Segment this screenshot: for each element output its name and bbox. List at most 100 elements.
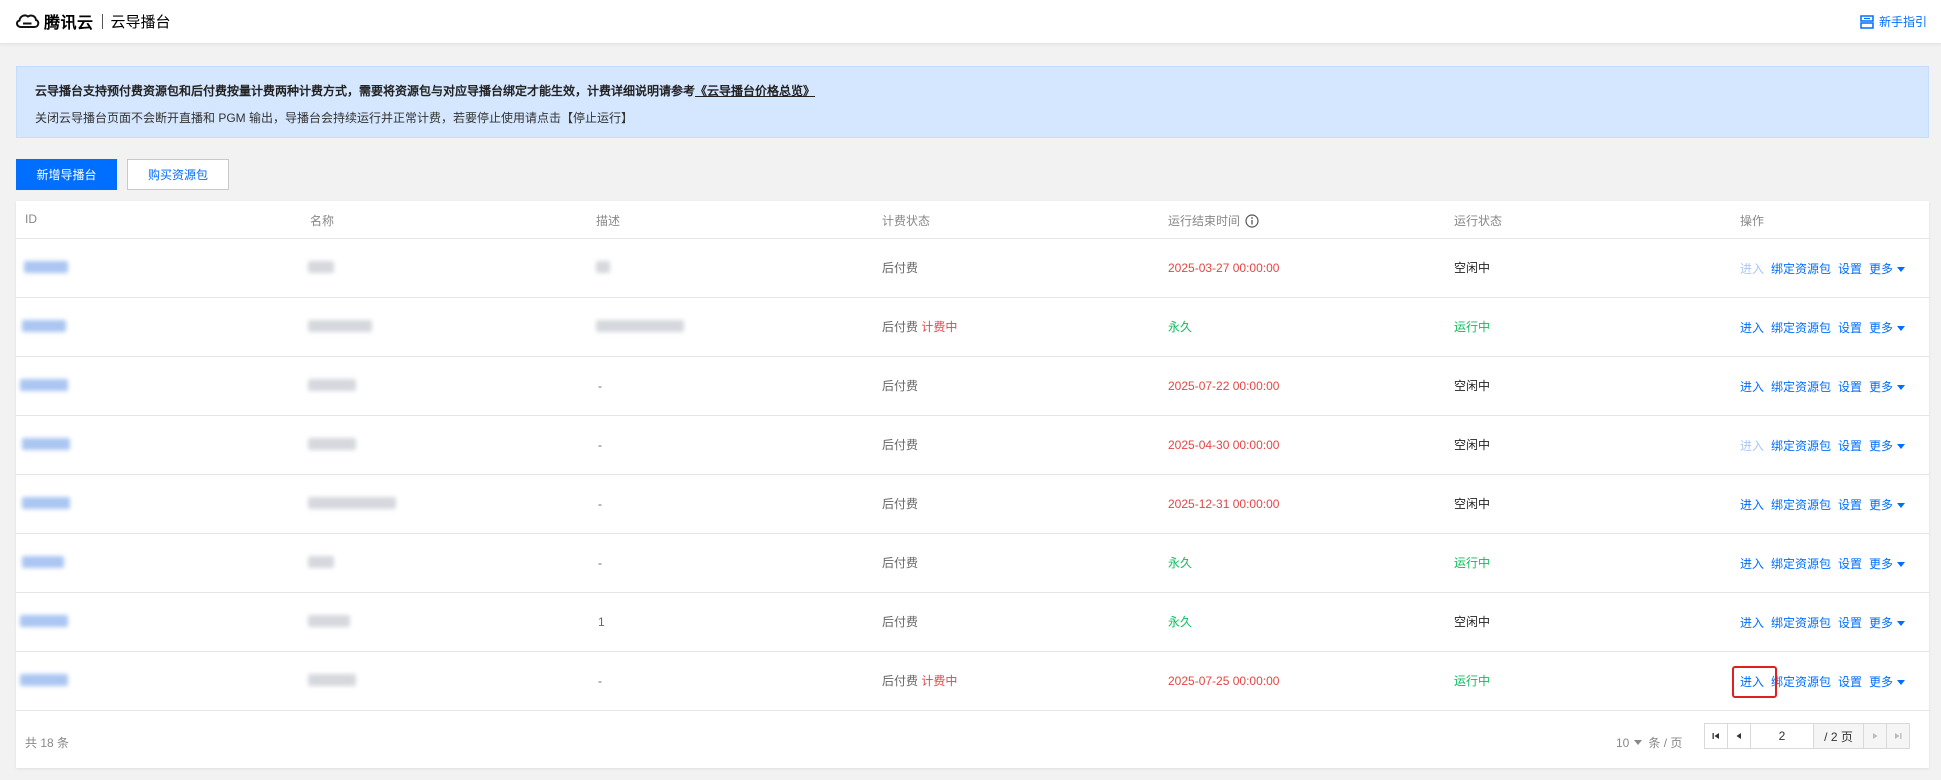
- bind-package-button[interactable]: 绑定资源包: [1771, 673, 1831, 690]
- enter-button[interactable]: 进入: [1740, 260, 1764, 277]
- row-name-redacted: [308, 615, 350, 627]
- enter-button[interactable]: 进入: [1731, 666, 1778, 698]
- more-button[interactable]: 更多: [1869, 673, 1893, 690]
- row-status: 运行中: [1454, 674, 1491, 688]
- bind-package-button[interactable]: 绑定资源包: [1771, 496, 1831, 513]
- next-page-icon: [1873, 733, 1878, 739]
- last-page-icon: [1895, 733, 1902, 739]
- enter-button[interactable]: 进入: [1740, 555, 1764, 572]
- row-status: 运行中: [1454, 556, 1491, 570]
- more-button[interactable]: 更多: [1869, 378, 1893, 395]
- logo[interactable]: 腾讯云 云导播台: [14, 10, 171, 32]
- tencent-cloud-logo-icon: [16, 14, 40, 28]
- billing-tag: 计费中: [921, 320, 958, 334]
- bind-package-button[interactable]: 绑定资源包: [1771, 260, 1831, 277]
- more-button[interactable]: 更多: [1869, 614, 1893, 631]
- bind-package-button[interactable]: 绑定资源包: [1771, 555, 1831, 572]
- bind-package-button[interactable]: 绑定资源包: [1771, 437, 1831, 454]
- row-id-redacted[interactable]: [22, 438, 70, 450]
- end-time-label: 运行结束时间: [1168, 214, 1241, 228]
- price-overview-link[interactable]: 《云导播台价格总览》: [695, 84, 815, 98]
- table-row: - 后付费 计费中 2025-07-25 00:00:00 运行中 进入 绑定资源包 …: [16, 652, 1929, 711]
- row-id-redacted[interactable]: [22, 497, 70, 509]
- enter-button[interactable]: 进入: [1740, 319, 1764, 336]
- row-id-redacted[interactable]: [24, 261, 68, 273]
- brand-name: 腾讯云: [44, 15, 94, 32]
- bind-package-button[interactable]: 绑定资源包: [1771, 319, 1831, 336]
- enter-button[interactable]: 进入: [1740, 614, 1764, 631]
- row-name-redacted: [308, 674, 356, 686]
- last-page-button[interactable]: [1886, 723, 1910, 749]
- page-size-select[interactable]: 10 条 / 页: [1616, 734, 1682, 751]
- row-end-time: 2025-03-27 00:00:00: [1168, 261, 1280, 275]
- chevron-down-icon[interactable]: [1897, 620, 1906, 626]
- row-billing: 后付费: [882, 260, 918, 276]
- row-status: 空闲中: [1454, 438, 1491, 452]
- row-id-redacted[interactable]: [20, 379, 68, 391]
- column-header-end-time: 运行结束时间: [1168, 212, 1259, 229]
- column-header-actions: 操作: [1740, 214, 1765, 228]
- pagination-bar: 共 18 条 10 条 / 页 2 / 2 页: [16, 712, 1929, 768]
- chevron-down-icon[interactable]: [1897, 561, 1906, 567]
- row-end-time: 2025-07-22 00:00:00: [1168, 379, 1280, 393]
- more-button[interactable]: 更多: [1869, 496, 1893, 513]
- guide-link[interactable]: 新手指引: [1860, 13, 1927, 30]
- more-button[interactable]: 更多: [1869, 555, 1893, 572]
- enter-button[interactable]: 进入: [1740, 378, 1764, 395]
- row-id-redacted[interactable]: [20, 615, 68, 627]
- settings-button[interactable]: 设置: [1838, 673, 1862, 690]
- chevron-down-icon[interactable]: [1897, 384, 1906, 390]
- row-desc: -: [598, 497, 602, 511]
- row-id-redacted[interactable]: [22, 320, 66, 332]
- row-actions: 进入 绑定资源包 设置 更多: [1740, 260, 1906, 277]
- enter-button[interactable]: 进入: [1740, 437, 1764, 454]
- chevron-down-icon[interactable]: [1897, 325, 1906, 331]
- row-actions: 进入 绑定资源包 设置 更多: [1731, 666, 1906, 698]
- row-desc-redacted: [596, 320, 684, 332]
- settings-button[interactable]: 设置: [1838, 378, 1862, 395]
- first-page-icon: [1712, 733, 1719, 739]
- bind-package-button[interactable]: 绑定资源包: [1771, 614, 1831, 631]
- row-desc: -: [598, 674, 602, 688]
- chevron-down-icon[interactable]: [1897, 443, 1906, 449]
- bind-package-button[interactable]: 绑定资源包: [1771, 378, 1831, 395]
- row-desc: -: [598, 556, 602, 570]
- row-name-redacted: [308, 379, 356, 391]
- page-number-input[interactable]: 2: [1750, 723, 1814, 749]
- row-id-redacted[interactable]: [20, 674, 68, 686]
- create-switcher-button[interactable]: 新增导播台: [16, 159, 117, 190]
- row-actions: 进入 绑定资源包 设置 更多: [1740, 437, 1906, 454]
- chevron-down-icon: [1634, 740, 1643, 745]
- row-status: 空闲中: [1454, 261, 1491, 275]
- column-header-billing: 计费状态: [882, 214, 931, 228]
- page-size-value: 10: [1616, 735, 1630, 750]
- next-page-button[interactable]: [1863, 723, 1887, 749]
- switcher-table: ID 名称 描述 计费状态 运行结束时间 运行状态 操作 后付费 2025-03…: [16, 201, 1929, 768]
- settings-button[interactable]: 设置: [1838, 260, 1862, 277]
- first-page-button[interactable]: [1704, 723, 1728, 749]
- row-name-redacted: [308, 497, 396, 509]
- row-billing: 后付费: [882, 378, 918, 394]
- info-icon[interactable]: [1245, 213, 1259, 228]
- settings-button[interactable]: 设置: [1838, 555, 1862, 572]
- settings-button[interactable]: 设置: [1838, 614, 1862, 631]
- table-row: - 后付费 2025-04-30 00:00:00 空闲中 进入 绑定资源包 设置 …: [16, 416, 1929, 475]
- settings-button[interactable]: 设置: [1838, 437, 1862, 454]
- prev-page-button[interactable]: [1727, 723, 1751, 749]
- row-desc: -: [598, 438, 602, 452]
- buy-package-button[interactable]: 购买资源包: [127, 159, 229, 190]
- more-button[interactable]: 更多: [1869, 319, 1893, 336]
- notice-line-1: 云导播台支持预付费资源包和后付费按量计费两种计费方式，需要将资源包与对应导播台绑…: [35, 82, 1910, 100]
- more-button[interactable]: 更多: [1869, 260, 1893, 277]
- settings-button[interactable]: 设置: [1838, 319, 1862, 336]
- enter-button[interactable]: 进入: [1740, 496, 1764, 513]
- chevron-down-icon[interactable]: [1897, 502, 1906, 508]
- chevron-down-icon[interactable]: [1897, 266, 1906, 272]
- chevron-down-icon[interactable]: [1897, 679, 1906, 685]
- prev-page-icon: [1736, 733, 1741, 739]
- billing-type: 后付费: [882, 556, 919, 570]
- more-button[interactable]: 更多: [1869, 437, 1893, 454]
- row-id-redacted[interactable]: [22, 556, 64, 568]
- settings-button[interactable]: 设置: [1838, 496, 1862, 513]
- row-end-time: 2025-04-30 00:00:00: [1168, 438, 1280, 452]
